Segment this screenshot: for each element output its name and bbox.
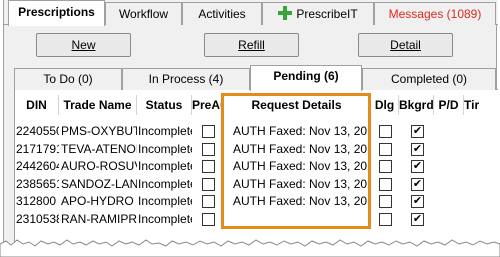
column-header-preauth[interactable]: PreAuth xyxy=(192,95,223,115)
cell-status: Incomplete xyxy=(138,141,192,156)
column-header-din[interactable]: DIN xyxy=(15,95,59,115)
tab-completed[interactable]: Completed (0) xyxy=(362,68,496,90)
preauth-checkbox[interactable] xyxy=(202,177,215,191)
tab-workflow[interactable]: Workflow xyxy=(105,2,182,25)
column-header-trade-name[interactable]: Trade Name xyxy=(59,95,137,115)
cell-status: Incomplete xyxy=(138,159,192,173)
new-button[interactable]: New xyxy=(36,33,131,57)
tab-label: Workflow xyxy=(118,7,169,21)
request-details-highlight xyxy=(221,93,371,229)
preauth-checkbox[interactable] xyxy=(202,125,215,138)
cell-din: 2442604 xyxy=(16,159,59,173)
tab-activities[interactable]: Activities xyxy=(182,2,262,25)
refill-button[interactable]: Refill xyxy=(204,33,299,57)
cell-din: 2240550 xyxy=(16,124,59,138)
bkgrd-checkbox[interactable]: ✔ xyxy=(411,160,424,173)
bkgrd-checkbox[interactable]: ✔ xyxy=(411,177,424,191)
tab-to-do[interactable]: To Do (0) xyxy=(14,68,122,90)
preauth-checkbox[interactable] xyxy=(202,142,215,156)
tab-label: Pending (6) xyxy=(273,69,339,83)
column-header-status[interactable]: Status xyxy=(137,95,192,115)
cell-din: 2310538 xyxy=(16,211,59,226)
plus-icon xyxy=(278,6,293,20)
cell-status: Incomplete xyxy=(138,194,192,208)
bkgrd-checkbox[interactable]: ✔ xyxy=(411,125,424,138)
tab-label: Messages (1089) xyxy=(388,7,482,21)
preauth-checkbox[interactable] xyxy=(202,195,215,208)
cell-trade-name: PMS-OXYBUTYN xyxy=(61,124,137,138)
cell-din: 2385651 xyxy=(16,176,59,191)
column-header-dlg[interactable]: Dlg xyxy=(371,95,399,115)
torn-edge xyxy=(0,239,500,257)
dlg-checkbox[interactable] xyxy=(379,195,392,208)
bkgrd-checkbox[interactable]: ✔ xyxy=(411,142,424,156)
dlg-checkbox[interactable] xyxy=(379,142,392,156)
cell-din: 312800 xyxy=(16,194,57,208)
tab-pending[interactable]: Pending (6) xyxy=(250,65,362,91)
cell-trade-name: APO-HYDRO xyxy=(61,194,134,208)
dlg-checkbox[interactable] xyxy=(379,160,392,173)
cell-trade-name: AURO-ROSUVAST xyxy=(61,159,137,173)
tab-label: PrescribeIT xyxy=(296,7,358,21)
top-tab-bar: Prescriptions Workflow Activities Prescr… xyxy=(4,0,498,26)
tab-label: Completed (0) xyxy=(390,72,468,86)
sub-tab-bar: To Do (0) In Process (4) Pending (6) Com… xyxy=(14,65,498,91)
preauth-checkbox[interactable] xyxy=(202,160,215,173)
cell-trade-name: TEVA-ATENOLOL xyxy=(61,141,137,156)
new-button-label: New xyxy=(71,38,96,52)
tab-prescriptions[interactable]: Prescriptions xyxy=(8,0,105,26)
dlg-checkbox[interactable] xyxy=(379,177,392,191)
detail-button-label: Detail xyxy=(390,38,421,52)
cell-status: Incomplete xyxy=(138,176,192,191)
bkgrd-checkbox[interactable]: ✔ xyxy=(411,195,424,208)
detail-button[interactable]: Detail xyxy=(358,33,453,57)
column-header-pd[interactable]: P/D xyxy=(434,95,464,115)
tab-prescribeit[interactable]: PrescribeIT xyxy=(262,2,374,25)
tab-messages[interactable]: Messages (1089) xyxy=(374,2,496,25)
preauth-checkbox[interactable] xyxy=(202,212,215,226)
tab-label: To Do (0) xyxy=(43,72,93,86)
cell-trade-name: SANDOZ-LANSOP xyxy=(61,176,137,191)
cell-din: 2171791 xyxy=(16,141,59,156)
cell-status: Incomplete xyxy=(138,124,192,138)
refill-button-label: Refill xyxy=(238,38,265,52)
cell-trade-name: RAN-RAMIPRIL xyxy=(61,211,137,226)
column-header-tir[interactable]: Tir xyxy=(464,95,499,115)
bkgrd-checkbox[interactable]: ✔ xyxy=(411,212,424,226)
dlg-checkbox[interactable] xyxy=(379,212,392,226)
prescriptions-window: Prescriptions Workflow Activities Prescr… xyxy=(3,0,499,242)
tab-label: In Process (4) xyxy=(148,72,224,86)
tab-in-process[interactable]: In Process (4) xyxy=(122,68,250,90)
cell-status: Incomplete xyxy=(138,211,192,226)
tab-label: Prescriptions xyxy=(18,5,95,19)
dlg-checkbox[interactable] xyxy=(379,125,392,138)
column-header-bkgrd[interactable]: Bkgrd xyxy=(399,95,434,115)
tab-label: Activities xyxy=(198,7,246,21)
